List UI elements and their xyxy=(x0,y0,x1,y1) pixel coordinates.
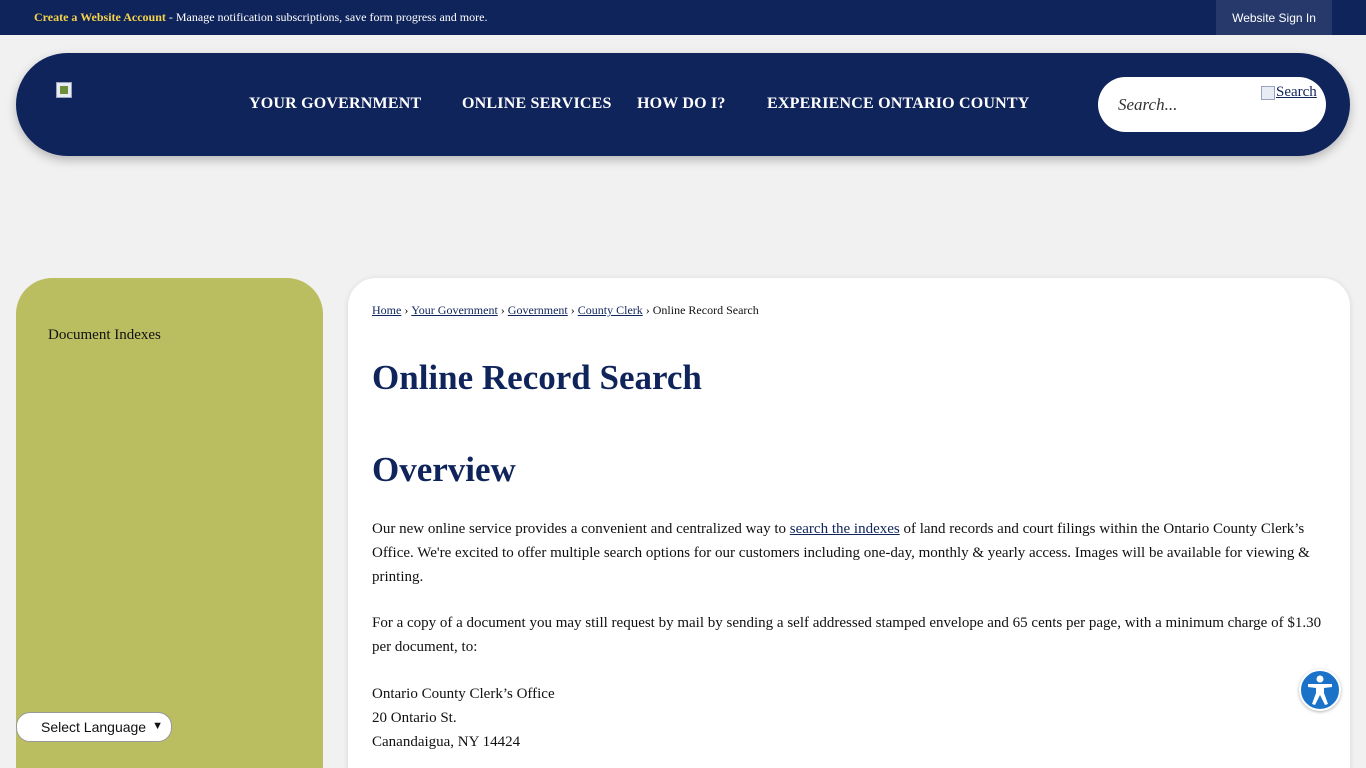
breadcrumb-separator: › xyxy=(500,303,505,317)
account-message: Create a Website Account - Manage notifi… xyxy=(34,10,487,25)
search-button[interactable]: Search xyxy=(1261,84,1317,101)
sidebar: Document Indexes xyxy=(16,278,323,768)
search-image xyxy=(1261,85,1275,100)
content-card: Home › Your Government › Government › County C… xyxy=(348,278,1350,768)
address-line: Ontario County Clerk’s Office xyxy=(372,686,555,702)
breadcrumb-your-government[interactable]: Your Government xyxy=(411,303,497,317)
nav-item-your-government[interactable]: YOUR GOVERNMENT xyxy=(249,95,421,113)
search-button-label: Search xyxy=(1276,84,1317,100)
intro-text-before: Our new online service provides a conven… xyxy=(372,521,790,537)
breadcrumb-county-clerk[interactable]: County Clerk xyxy=(578,303,643,317)
page-title: Online Record Search xyxy=(372,358,702,397)
breadcrumb-separator: › xyxy=(404,303,409,317)
main-navigation: YOUR GOVERNMENT ONLINE SERVICES HOW DO I… xyxy=(16,53,1350,156)
intro-paragraph: Our new online service provides a conven… xyxy=(372,517,1327,589)
breadcrumb: Home › Your Government › Government › County C… xyxy=(372,303,759,318)
create-account-link[interactable]: Create a Website Account xyxy=(34,10,166,24)
language-select-value: Select Language xyxy=(41,719,147,735)
chevron-down-icon: ▼ xyxy=(152,720,163,732)
nav-item-online-services[interactable]: ONLINE SERVICES xyxy=(462,95,612,113)
breadcrumb-separator: › xyxy=(645,303,650,317)
top-utility-bar: Create a Website Account - Manage notifi… xyxy=(0,0,1366,35)
address-line: 20 Ontario St. xyxy=(372,710,457,726)
language-select[interactable]: Select Language ▼ xyxy=(16,712,172,742)
website-sign-in-button[interactable]: Website Sign In xyxy=(1216,0,1332,35)
accessibility-button[interactable] xyxy=(1299,669,1341,711)
nav-item-how-do-i[interactable]: HOW DO I? xyxy=(637,95,726,113)
breadcrumb-current: Online Record Search xyxy=(652,303,759,317)
breadcrumb-government[interactable]: Government xyxy=(508,303,568,317)
accessibility-icon xyxy=(1308,675,1332,705)
search-bar: Search... Search xyxy=(1098,77,1326,132)
account-message-text: - Manage notification subscriptions, sav… xyxy=(165,10,488,24)
section-title: Overview xyxy=(372,450,516,489)
breadcrumb-home[interactable]: Home xyxy=(372,303,401,317)
breadcrumb-separator: › xyxy=(570,303,575,317)
nav-item-experience-ontario-county[interactable]: EXPERIENCE ONTARIO COUNTY xyxy=(767,95,1030,113)
address-line: Canandaigua, NY 14424 xyxy=(372,734,521,750)
logo-image[interactable] xyxy=(56,82,72,98)
sidebar-item-document-indexes[interactable]: Document Indexes xyxy=(48,327,161,344)
mailing-address: Ontario County Clerk’s Office 20 Ontario… xyxy=(372,682,1327,754)
mail-request-paragraph: For a copy of a document you may still r… xyxy=(372,615,1322,655)
search-indexes-link[interactable]: search the indexes xyxy=(790,521,900,537)
search-input[interactable]: Search... xyxy=(1118,95,1177,115)
